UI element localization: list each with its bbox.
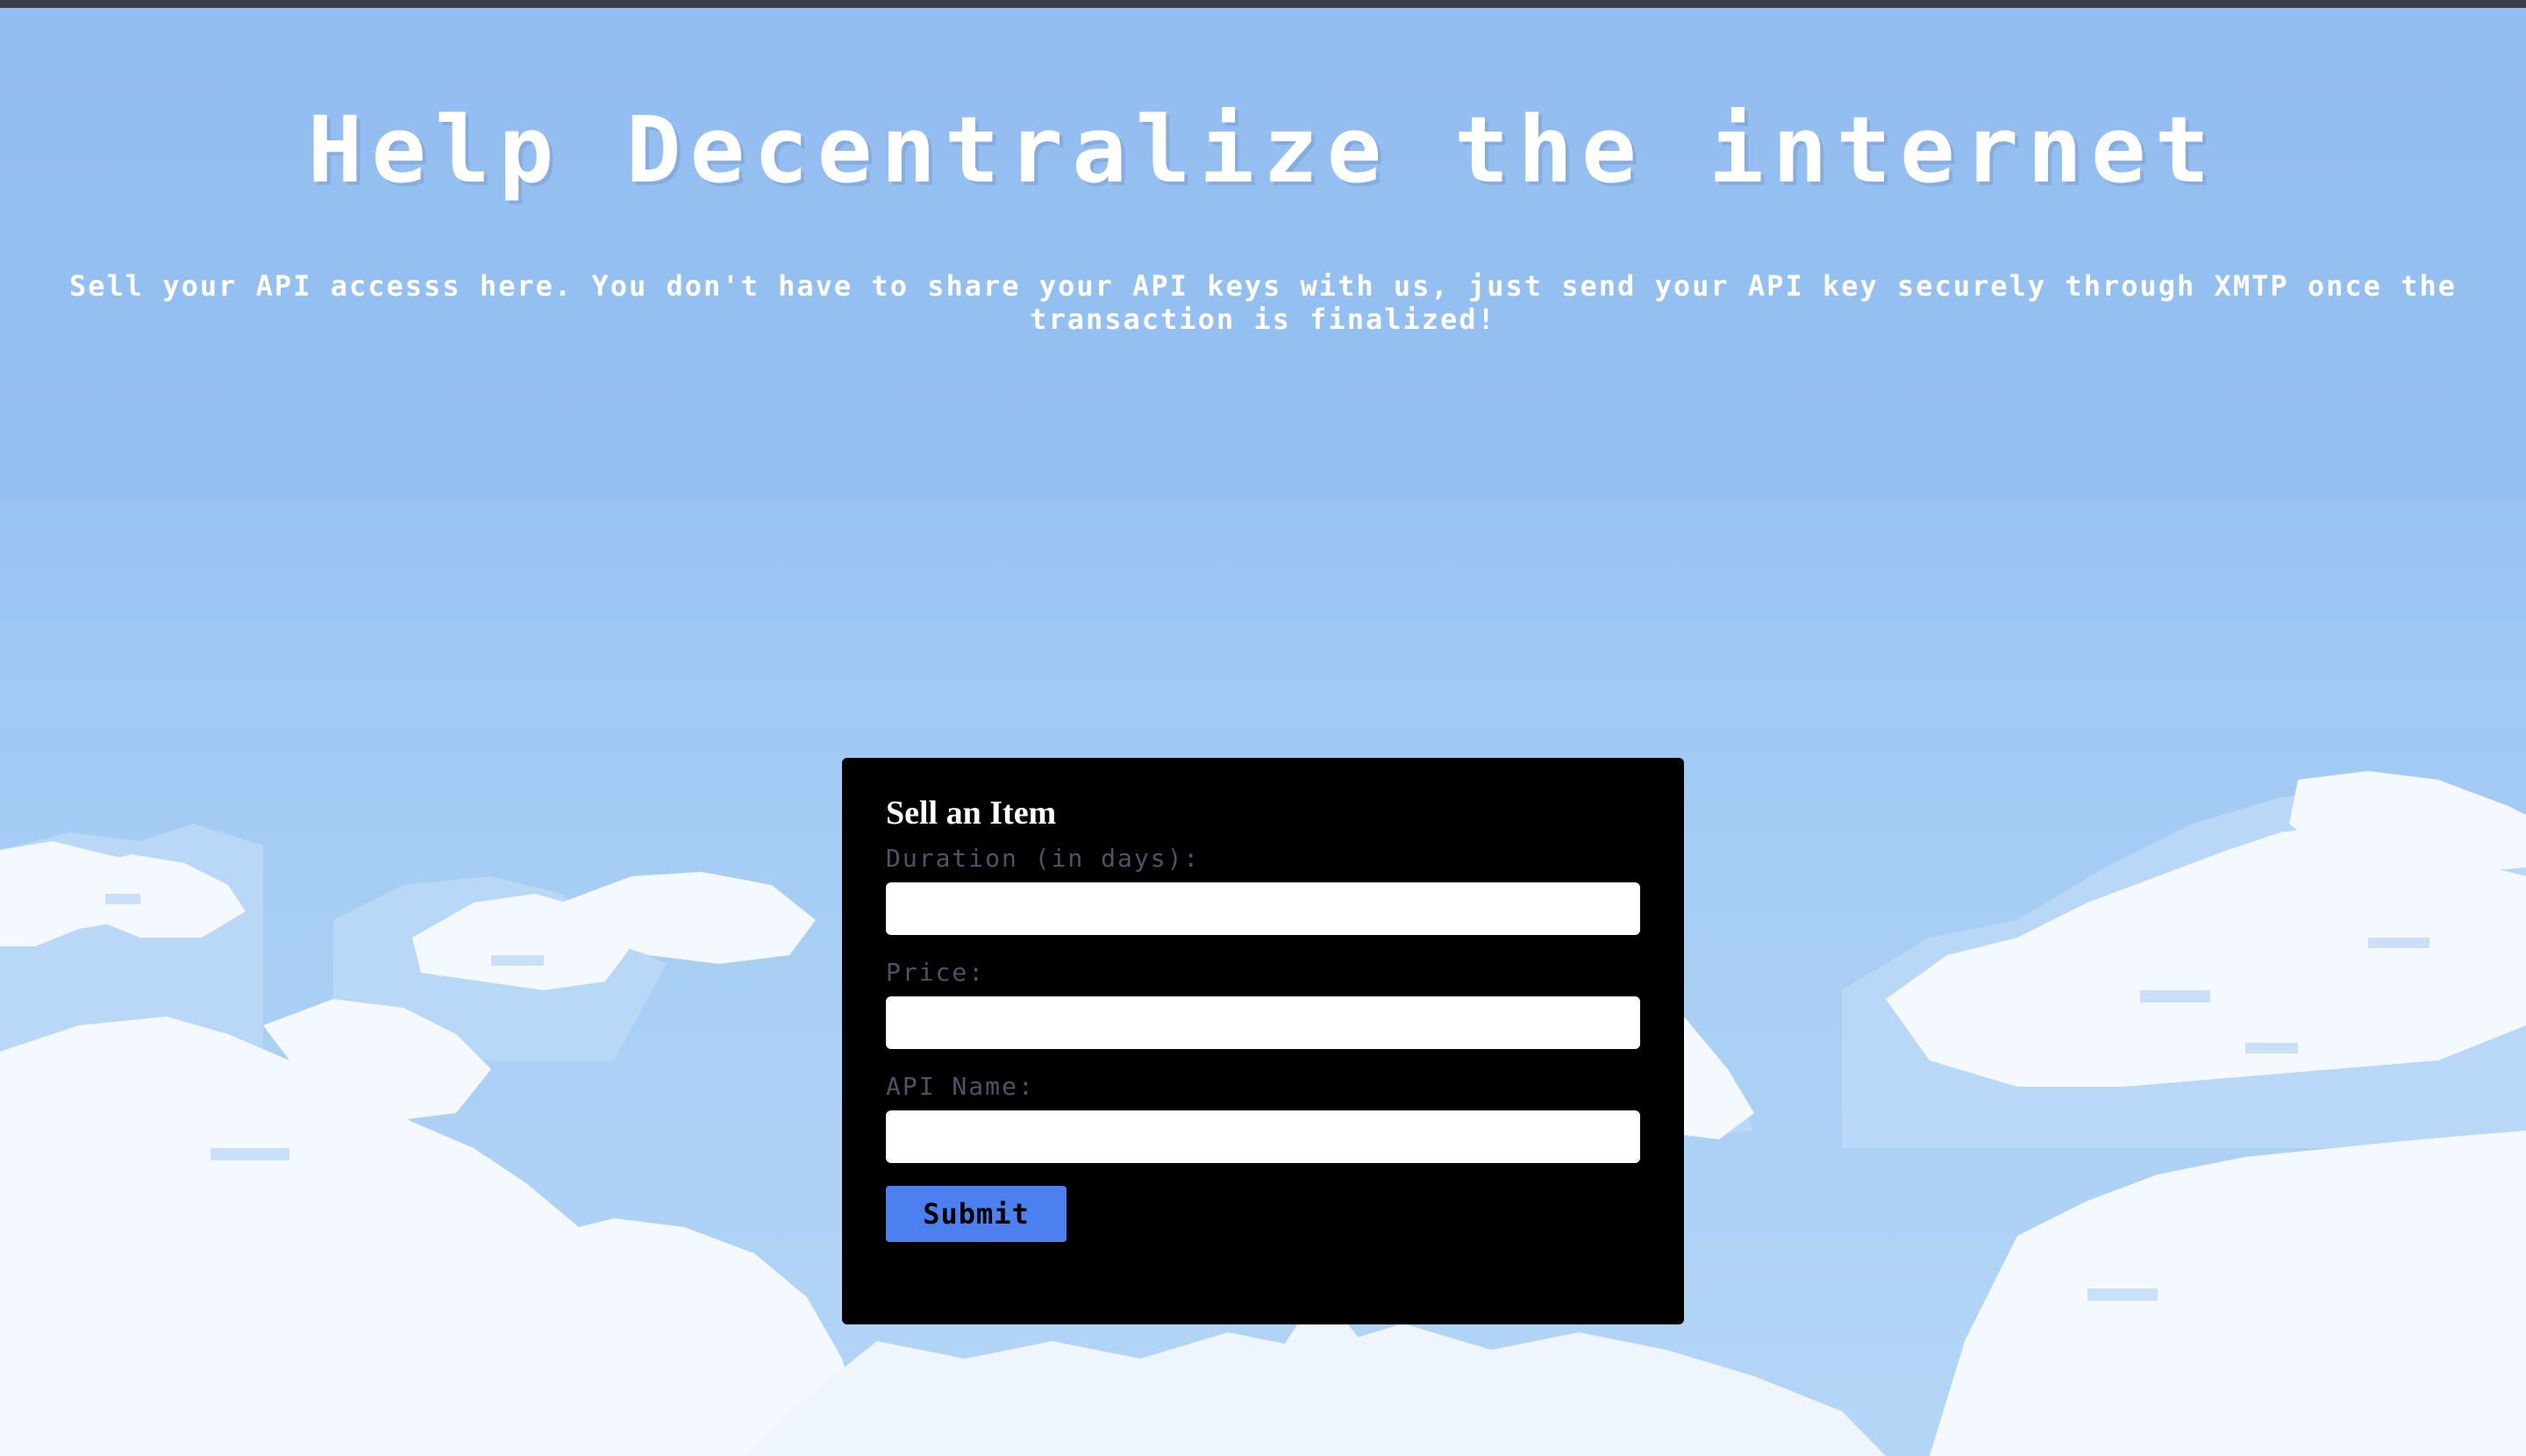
price-label: Price: [886,958,986,987]
page-subtitle: Sell your API accesss here. You don't ha… [69,269,2457,336]
form-title: Sell an Item [886,795,1057,831]
submit-button[interactable]: Submit [886,1186,1067,1242]
price-input[interactable] [886,996,1640,1049]
page-headline: Help Decentralize the internet [307,96,2219,203]
sell-item-form: Sell an Item Duration (in days): Price: … [842,758,1684,1324]
api-name-input[interactable] [886,1110,1640,1163]
api-name-label: API Name: [886,1072,1035,1101]
browser-top-strip [0,0,2526,8]
duration-label: Duration (in days): [886,844,1201,873]
duration-input[interactable] [886,882,1640,935]
